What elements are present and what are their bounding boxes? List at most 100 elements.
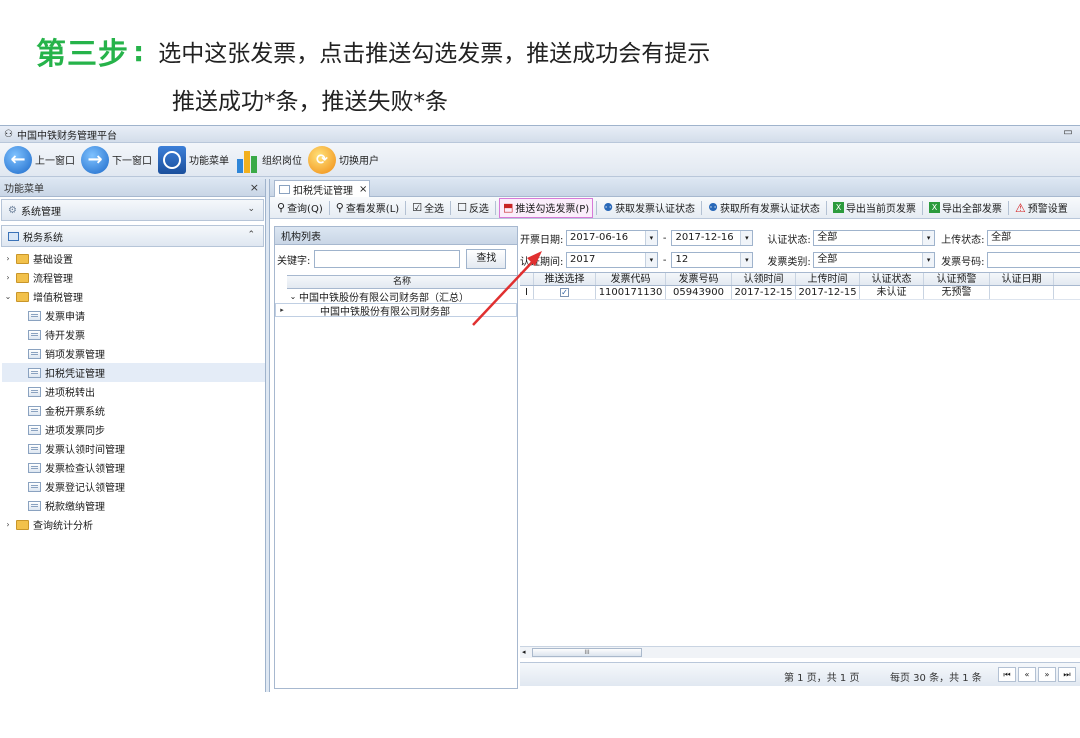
page-icon [28, 310, 41, 321]
sidebar-item-label: 待开发票 [45, 331, 85, 342]
sidebar-item[interactable]: › 查询统计分析 [2, 515, 265, 534]
sidebar-item[interactable]: 待开发票 [2, 325, 265, 344]
sidebar-item[interactable]: › 流程管理 [2, 268, 265, 287]
prev-window-button[interactable]: ← 上一窗口 [4, 145, 75, 175]
warning-settings-label: 预警设置 [1027, 204, 1068, 215]
minimize-icon[interactable]: ▭ [1062, 128, 1074, 140]
push-icon: ⬒ [502, 201, 514, 214]
dropdown-arrow-icon[interactable]: ▾ [740, 231, 753, 245]
dropdown-arrow-icon[interactable]: ▾ [644, 253, 657, 267]
find-button[interactable]: 查找 [466, 249, 507, 269]
keyword-input[interactable] [314, 250, 461, 268]
dropdown-arrow-icon[interactable]: ▾ [644, 231, 657, 245]
folder-icon [16, 519, 29, 530]
title-bar: ⚇ 中国中铁财务管理平台 ▭ [0, 126, 1080, 143]
column-header[interactable]: 推送选择 [534, 273, 596, 285]
close-icon[interactable]: × [250, 181, 259, 194]
tab-close-icon[interactable]: × [359, 184, 367, 195]
query-button[interactable]: ⚲ 查询(Q) [274, 198, 326, 218]
period-month-select[interactable]: 12 ▾ [671, 252, 754, 268]
column-header[interactable]: 认领时间 [732, 273, 796, 285]
column-header[interactable]: 认证状态 [860, 273, 924, 285]
page-size-info: 每页 30 条，共 1 条 [890, 673, 982, 684]
get-all-cert-status-button[interactable]: ⚉ 获取所有发票认证状态 [705, 198, 823, 218]
sidebar-item[interactable]: 金税开票系统 [2, 401, 265, 420]
invert-selection-button[interactable]: ☐ 反选 [454, 198, 492, 218]
function-menu-button[interactable]: 功能菜单 [158, 145, 229, 175]
column-header[interactable]: 发票号码 [666, 273, 732, 285]
sidebar-item-label: 进项发票同步 [45, 426, 105, 437]
page-icon [28, 386, 41, 397]
tab-tax-voucher-management[interactable]: 扣税凭证管理 × [274, 180, 370, 197]
invoice-type-select[interactable]: 全部 ▾ [813, 252, 936, 268]
sidebar-item[interactable]: 发票认领时间管理 [2, 439, 265, 458]
sidebar-item[interactable]: 扣税凭证管理 [2, 363, 265, 382]
view-invoice-button[interactable]: ⚲ 查看发票(L) [333, 198, 402, 218]
sidebar-item[interactable]: 发票申请 [2, 306, 265, 325]
first-page-icon[interactable]: ⏮ [998, 667, 1016, 682]
scroll-left-icon[interactable]: ◂ [522, 647, 526, 658]
date-from-input[interactable]: 2017-06-16 ▾ [565, 230, 658, 246]
dropdown-arrow-icon[interactable]: ▾ [740, 253, 753, 267]
sidebar-item[interactable]: 进项税转出 [2, 382, 265, 401]
column-header[interactable]: 上传时间 [796, 273, 860, 285]
sidebar-item[interactable]: 销项发票管理 [2, 344, 265, 363]
column-header[interactable]: 发票代码 [596, 273, 666, 285]
cert-status-select[interactable]: 全部 ▾ [813, 230, 936, 246]
arrow-left-icon: ← [4, 145, 32, 174]
get-cert-status-button[interactable]: ⚉ 获取发票认证状态 [600, 198, 698, 218]
table-row[interactable]: I ✓ 1100171130 05943900 2017-12-15 2017-… [520, 286, 1080, 300]
date-range-dash: - [662, 232, 667, 244]
prev-window-label: 上一窗口 [35, 156, 75, 167]
chevron-down-icon[interactable]: ⌄ [2, 292, 14, 301]
push-select-cell[interactable]: ✓ [534, 286, 596, 299]
next-page-icon[interactable]: » [1038, 667, 1056, 682]
push-selected-invoices-button[interactable]: ⬒ 推送勾选发票(P) [498, 197, 594, 218]
excel-icon: X [928, 202, 940, 213]
last-page-icon[interactable]: ⏭ [1058, 667, 1076, 682]
invoice-no-input[interactable] [987, 252, 1080, 268]
next-window-button[interactable]: → 下一窗口 [81, 145, 152, 175]
sidebar-item[interactable]: 进项发票同步 [2, 420, 265, 439]
chevron-right-icon[interactable]: › [2, 273, 14, 282]
group-tax-system[interactable]: 税务系统 ⌃ [1, 225, 264, 247]
org-post-button[interactable]: 组织岗位 [235, 145, 302, 175]
expand-icon[interactable]: ⌄ [287, 292, 299, 301]
upload-status-select[interactable]: 全部 [987, 230, 1080, 246]
column-header[interactable]: 认证日期 [990, 273, 1054, 285]
sidebar-item[interactable]: 发票检查认领管理 [2, 458, 265, 477]
page-icon [28, 329, 41, 340]
horizontal-scrollbar[interactable]: ◂ III [520, 646, 1080, 658]
header-spacer [520, 273, 534, 285]
chevron-right-icon[interactable]: › [2, 254, 14, 263]
column-header[interactable]: 认证预警 [924, 273, 990, 285]
scroll-thumb[interactable]: III [532, 648, 642, 657]
sidebar-item[interactable]: › 基础设置 [2, 249, 265, 268]
checkbox-empty-icon: ☐ [457, 201, 467, 214]
sidebar-item[interactable]: ⌄ 增值税管理 [2, 287, 265, 306]
chevron-right-icon[interactable]: › [2, 520, 14, 529]
row-checkbox[interactable]: ✓ [560, 287, 569, 297]
group-system-management[interactable]: ⚙ 系统管理 ⌄ [1, 199, 264, 221]
cert-period-label: 认证期间: [520, 256, 564, 268]
sidebar-item[interactable]: 税款缴纳管理 [2, 496, 265, 515]
select-all-button[interactable]: ☑ 全选 [409, 198, 447, 218]
tab-label: 扣税凭证管理 [293, 185, 353, 197]
period-year-select[interactable]: 2017 ▾ [565, 252, 658, 268]
switch-user-button[interactable]: ⟳ 切换用户 [308, 145, 379, 175]
sidebar-item-label: 基础设置 [33, 255, 73, 266]
page-icon [28, 481, 41, 492]
step-heading: 第三步 : 选中这张发票，点击推送勾选发票，推送成功会有提示 [36, 28, 710, 74]
invert-label: 反选 [468, 204, 489, 215]
warning-settings-button[interactable]: ⚠ 预警设置 [1012, 198, 1071, 218]
sidebar-item[interactable]: 发票登记认领管理 [2, 477, 265, 496]
dropdown-arrow-icon[interactable]: ▾ [922, 231, 935, 245]
org-row[interactable]: ▸ 中国中铁股份有限公司财务部 [275, 303, 517, 318]
date-to-input[interactable]: 2017-12-16 ▾ [671, 230, 754, 246]
dropdown-arrow-icon[interactable]: ▾ [922, 253, 935, 267]
page-icon [28, 367, 41, 378]
export-page-button[interactable]: X 导出当前页发票 [830, 198, 919, 218]
export-all-button[interactable]: X 导出全部发票 [926, 198, 1005, 218]
prev-page-icon[interactable]: « [1018, 667, 1036, 682]
org-row[interactable]: ⌄ 中国中铁股份有限公司财务部（汇总） [275, 289, 517, 304]
